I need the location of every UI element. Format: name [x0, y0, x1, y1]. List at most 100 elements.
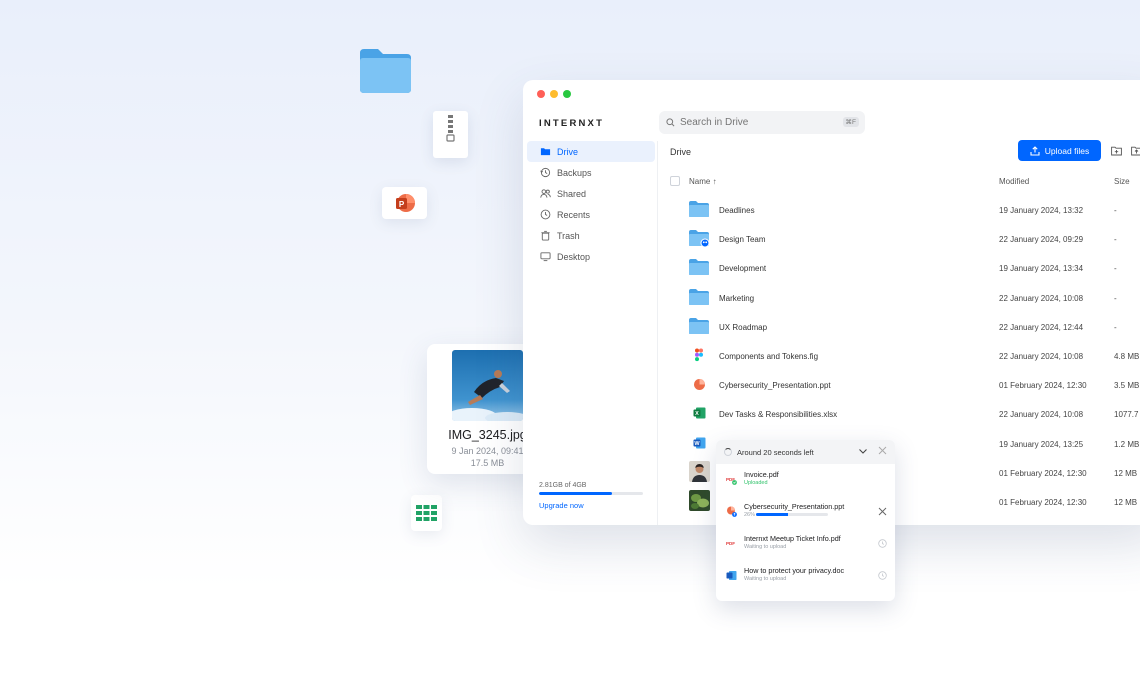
clock-history-icon: [540, 167, 551, 178]
sidebar-item-desktop[interactable]: Desktop: [527, 246, 655, 267]
close-icon[interactable]: [878, 446, 887, 455]
folder-icon: [688, 317, 710, 335]
upload-status: Uploaded: [744, 480, 768, 486]
table-row[interactable]: Development 19 January 2024, 13:34 -: [670, 253, 1140, 282]
powerpoint-icon: P: [382, 187, 427, 219]
svg-text:P: P: [398, 200, 404, 209]
pending-clock-icon: [878, 539, 887, 548]
users-icon: [540, 189, 551, 198]
table-row[interactable]: Components and Tokens.fig 22 January 202…: [670, 341, 1140, 370]
row-modified: 22 January 2024, 10:08: [999, 293, 1084, 303]
row-name: Design Team: [719, 235, 766, 245]
sidebar-item-drive[interactable]: Drive: [527, 141, 655, 162]
new-folder-icon[interactable]: [1111, 146, 1122, 156]
row-name: UX Roadmap: [719, 322, 768, 332]
row-size: 1077.7 KB: [1114, 410, 1140, 420]
table-header: Name ↑ Modified Size: [670, 176, 1140, 190]
upload-progress-fill: [756, 513, 789, 516]
search-input[interactable]: [680, 117, 840, 128]
table-row[interactable]: UX Roadmap 22 January 2024, 12:44 -: [670, 312, 1140, 341]
upload-item: How to protect your privacy.doc Waiting …: [716, 560, 895, 592]
upload-icon: [1030, 145, 1040, 156]
storage-text: 2.81GB of 4GB: [539, 482, 587, 489]
row-size: 12 MB: [1114, 497, 1138, 507]
brand-logo: INTERNXT: [539, 118, 605, 129]
search-shortcut: ⌘F: [842, 117, 859, 127]
row-size: -: [1114, 206, 1117, 215]
image-thumbnail: [688, 461, 710, 483]
close-window-button[interactable]: [537, 90, 545, 98]
select-all-checkbox[interactable]: [670, 176, 680, 186]
column-name[interactable]: Name ↑: [689, 177, 717, 186]
row-modified: 19 January 2024, 13:25: [999, 439, 1084, 449]
upload-files-button[interactable]: Upload files: [1018, 140, 1101, 161]
search-box[interactable]: ⌘F: [659, 111, 865, 134]
upload-progress-bar: [756, 513, 828, 516]
pending-clock-icon: [878, 571, 887, 580]
table-row[interactable]: Deadlines 19 January 2024, 13:32 -: [670, 195, 1140, 224]
upload-progress-panel: Around 20 seconds left PDF Invoice.pdf U…: [716, 440, 895, 601]
sidebar-item-label: Drive: [557, 146, 579, 157]
sidebar-item-label: Trash: [557, 230, 580, 241]
row-size: -: [1114, 322, 1117, 332]
sidebar-item-recents[interactable]: Recents: [527, 204, 655, 225]
row-modified: 01 February 2024, 12:30: [999, 381, 1087, 391]
storage-bar-fill: [539, 492, 612, 495]
search-icon: [666, 118, 675, 127]
upload-folder-icon[interactable]: [1131, 146, 1140, 156]
row-modified: 19 January 2024, 13:32: [999, 206, 1084, 215]
svg-text:X: X: [695, 411, 699, 417]
ppt-file-icon: [688, 375, 710, 393]
upload-status: 26%: [744, 512, 756, 518]
row-modified: 19 January 2024, 13:34: [999, 264, 1084, 274]
sidebar-item-shared[interactable]: Shared: [527, 183, 655, 204]
row-size: 12 MB: [1114, 468, 1138, 478]
table-row[interactable]: Design Team 22 January 2024, 09:29 -: [670, 224, 1140, 253]
upload-item: PDF Internxt Meetup Ticket Info.pdf Wait…: [716, 528, 895, 560]
chevron-down-icon[interactable]: [858, 446, 868, 456]
row-modified: 01 February 2024, 12:30: [999, 468, 1087, 478]
upgrade-link[interactable]: Upgrade now: [539, 501, 643, 510]
spreadsheet-icon: [411, 495, 442, 531]
sidebar: Drive Backups Shared Recents Trash Deskt…: [527, 141, 655, 267]
svg-text:PDF: PDF: [726, 541, 735, 546]
folder-icon: [358, 47, 413, 94]
row-size: 3.5 MB: [1114, 381, 1140, 391]
row-name: Deadlines: [719, 206, 755, 215]
column-size[interactable]: Size: [1114, 177, 1130, 186]
folder-icon: [688, 288, 710, 306]
sidebar-item-label: Backups: [557, 167, 592, 178]
zip-file-icon: [433, 111, 468, 158]
upload-file-name: How to protect your privacy.doc: [744, 566, 845, 575]
word-file-icon: W: [688, 434, 710, 452]
upload-status: Waiting to upload: [744, 576, 787, 582]
row-size: 4.8 MB: [1114, 351, 1140, 361]
maximize-window-button[interactable]: [563, 90, 571, 98]
row-size: 1.2 MB: [1114, 439, 1140, 449]
folder-icon: [540, 148, 551, 156]
sidebar-item-trash[interactable]: Trash: [527, 225, 655, 246]
breadcrumb[interactable]: Drive: [670, 147, 691, 157]
upload-files-label: Upload files: [1044, 145, 1090, 156]
upload-file-name: Cybersecurity_Presentation.ppt: [744, 502, 845, 511]
row-size: -: [1114, 235, 1117, 245]
image-thumbnail: [688, 490, 710, 512]
table-row[interactable]: Cybersecurity_Presentation.ppt 01 Februa…: [670, 370, 1140, 399]
table-row[interactable]: X Dev Tasks & Responsibilities.xlsx 22 J…: [670, 399, 1140, 428]
figma-file-icon: [688, 346, 710, 364]
pdf-file-icon: PDF: [726, 541, 735, 546]
column-modified[interactable]: Modified: [999, 177, 1029, 186]
table-row[interactable]: Marketing 22 January 2024, 10:08 -: [670, 283, 1140, 312]
sidebar-item-label: Recents: [557, 209, 591, 220]
row-modified: 22 January 2024, 10:08: [999, 351, 1084, 361]
row-name: Development: [719, 264, 767, 274]
sidebar-item-backups[interactable]: Backups: [527, 162, 655, 183]
row-size: -: [1114, 293, 1117, 303]
cancel-upload-icon[interactable]: [878, 507, 887, 516]
upload-panel-header: Around 20 seconds left: [716, 440, 895, 464]
upload-file-name: Internxt Meetup Ticket Info.pdf: [744, 534, 841, 543]
folder-icon: [688, 200, 710, 218]
shared-folder-icon: [688, 229, 710, 248]
minimize-window-button[interactable]: [550, 90, 558, 98]
sidebar-item-label: Shared: [557, 188, 587, 199]
